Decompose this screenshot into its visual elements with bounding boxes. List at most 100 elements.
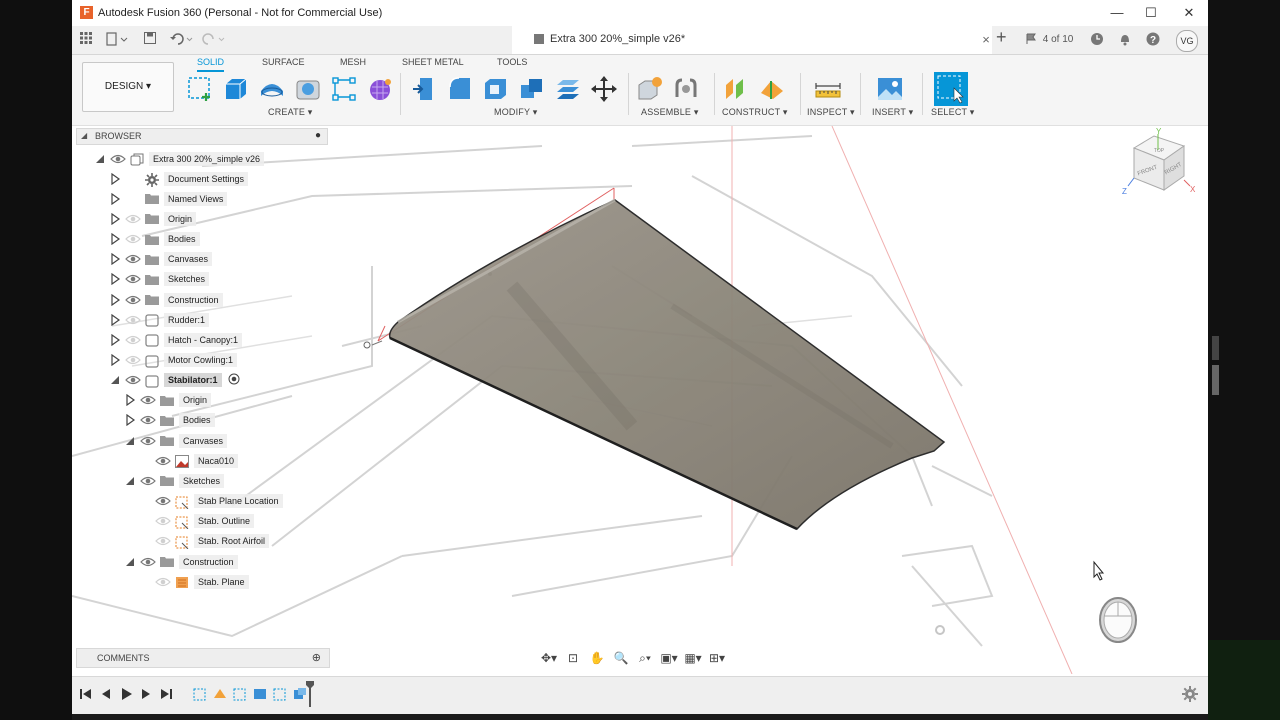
extrude-icon[interactable] (222, 75, 250, 103)
help-icon[interactable]: ? (1146, 32, 1160, 48)
browser-node[interactable]: Hatch - Canopy:1 (109, 331, 243, 348)
browser-header[interactable]: ◢ BROWSER ● (76, 128, 328, 145)
expand-arrow-icon[interactable] (109, 313, 121, 326)
collapse-arrow-icon[interactable] (94, 153, 106, 165)
new-component-icon[interactable] (636, 75, 664, 103)
browser-node[interactable]: Construction (109, 291, 223, 308)
zoom-icon[interactable]: 🔍 (610, 649, 632, 667)
joint-icon[interactable] (672, 75, 700, 103)
browser-node[interactable]: Stab. Outline (139, 513, 255, 530)
visibility-eye-icon[interactable] (125, 213, 141, 225)
visibility-eye-icon[interactable] (125, 374, 141, 386)
visibility-eye-icon[interactable] (110, 153, 126, 165)
offset-faces-icon[interactable] (554, 75, 582, 103)
collapse-caret-icon[interactable]: ◢ (81, 131, 87, 140)
shell-icon[interactable] (482, 75, 510, 103)
display-settings-icon[interactable]: ▣▾ (658, 649, 680, 667)
hole-icon[interactable] (294, 75, 322, 103)
pattern-icon[interactable] (330, 75, 358, 103)
expand-arrow-icon[interactable] (109, 273, 121, 286)
workspace-switcher[interactable]: DESIGN ▾ (82, 62, 174, 112)
document-tab[interactable]: Extra 300 20%_simple v26* × (512, 26, 992, 54)
step-forward-icon[interactable] (138, 686, 154, 702)
browser-node[interactable]: Naca010 (139, 452, 239, 469)
expand-arrow-icon[interactable] (109, 354, 121, 366)
fillet-icon[interactable] (446, 75, 474, 103)
revolve-icon[interactable] (258, 75, 286, 103)
fit-zoom-icon[interactable]: ⌕▾ (634, 649, 656, 667)
timeline-image-feature-icon[interactable] (252, 686, 268, 702)
browser-node[interactable]: Stab. Root Airfoil (139, 533, 270, 550)
visibility-eye-icon[interactable] (125, 253, 141, 265)
visibility-eye-icon[interactable] (125, 334, 141, 346)
assemble-menu[interactable]: ASSEMBLE ▾ (641, 107, 699, 118)
expand-arrow-icon[interactable] (124, 414, 136, 427)
tab-solid[interactable]: SOLID (197, 57, 225, 72)
visibility-eye-icon[interactable] (140, 414, 156, 426)
browser-node[interactable]: Named Views (109, 190, 228, 207)
browser-node[interactable]: Stabilator:1 (109, 372, 240, 389)
form-icon[interactable] (366, 75, 394, 103)
combine-icon[interactable] (518, 75, 546, 103)
maximize-button[interactable]: ☐ (1136, 3, 1166, 23)
expand-arrow-icon[interactable] (124, 394, 136, 407)
collapse-arrow-icon[interactable] (124, 435, 136, 447)
close-window-button[interactable]: ✕ (1174, 3, 1204, 23)
browser-node[interactable]: Origin (124, 392, 212, 409)
browser-node[interactable]: Motor Cowling:1 (109, 352, 238, 369)
browser-node[interactable]: Rudder:1 (109, 311, 210, 328)
add-comment-icon[interactable]: ⊕ (312, 651, 321, 664)
visibility-eye-icon[interactable] (155, 535, 171, 547)
expand-arrow-icon[interactable] (109, 192, 121, 205)
orbit-icon[interactable]: ✥▾ (538, 649, 560, 667)
browser-node[interactable]: Bodies (109, 231, 200, 248)
close-tab-button[interactable]: × (978, 32, 994, 47)
inspect-menu[interactable]: INSPECT ▾ (807, 107, 855, 118)
timeline-sketch-feature-icon[interactable] (272, 686, 288, 702)
visibility-eye-icon[interactable] (140, 394, 156, 406)
redo-icon[interactable] (202, 32, 226, 48)
clock-icon[interactable] (1090, 32, 1104, 48)
go-to-start-icon[interactable] (78, 686, 94, 702)
insert-menu[interactable]: INSERT ▾ (872, 107, 913, 118)
create-sketch-icon[interactable] (186, 75, 214, 103)
browser-node[interactable]: Sketches (124, 472, 225, 489)
press-pull-icon[interactable] (410, 75, 438, 103)
visibility-eye-icon[interactable] (140, 435, 156, 447)
tab-tools[interactable]: TOOLS (497, 57, 527, 67)
insert-image-icon[interactable] (876, 75, 904, 103)
undo-icon[interactable] (170, 32, 194, 48)
visibility-eye-icon[interactable] (140, 475, 156, 487)
data-panel-grid-icon[interactable] (80, 32, 92, 48)
visibility-eye-icon[interactable] (125, 294, 141, 306)
move-copy-icon[interactable] (590, 75, 618, 103)
new-tab-button[interactable]: + (996, 28, 1007, 46)
timeline-canvas-feature-icon[interactable] (212, 686, 228, 702)
expand-arrow-icon[interactable] (109, 253, 121, 266)
tab-sheet-metal[interactable]: SHEET METAL (402, 57, 464, 67)
play-icon[interactable] (118, 686, 134, 702)
go-to-end-icon[interactable] (158, 686, 174, 702)
offset-plane-icon[interactable] (722, 75, 750, 103)
visibility-eye-icon[interactable] (125, 314, 141, 326)
visibility-eye-icon[interactable] (155, 495, 171, 507)
comments-panel[interactable]: COMMENTS ⊕ (76, 648, 330, 668)
browser-node[interactable]: Origin (109, 210, 197, 227)
timeline-settings-gear-icon[interactable] (1182, 686, 1198, 702)
expand-arrow-icon[interactable] (109, 293, 121, 306)
plane-at-angle-icon[interactable] (758, 75, 786, 103)
visibility-eye-icon[interactable] (125, 273, 141, 285)
notifications-bell-icon[interactable] (1118, 32, 1132, 48)
user-avatar[interactable]: VG (1176, 30, 1198, 52)
job-status[interactable]: 4 of 10 (1026, 32, 1073, 48)
select-icon[interactable] (934, 72, 968, 106)
save-icon[interactable] (144, 32, 156, 48)
expand-arrow-icon[interactable] (109, 212, 121, 225)
visibility-eye-icon[interactable] (155, 455, 171, 467)
visibility-eye-icon[interactable] (125, 354, 141, 366)
look-at-icon[interactable]: ⊡ (562, 649, 584, 667)
timeline-sketch-feature-icon[interactable] (192, 686, 208, 702)
browser-node[interactable]: Document Settings (109, 170, 249, 188)
visibility-eye-icon[interactable] (125, 233, 141, 245)
viewports-icon[interactable]: ⊞▾ (706, 649, 728, 667)
